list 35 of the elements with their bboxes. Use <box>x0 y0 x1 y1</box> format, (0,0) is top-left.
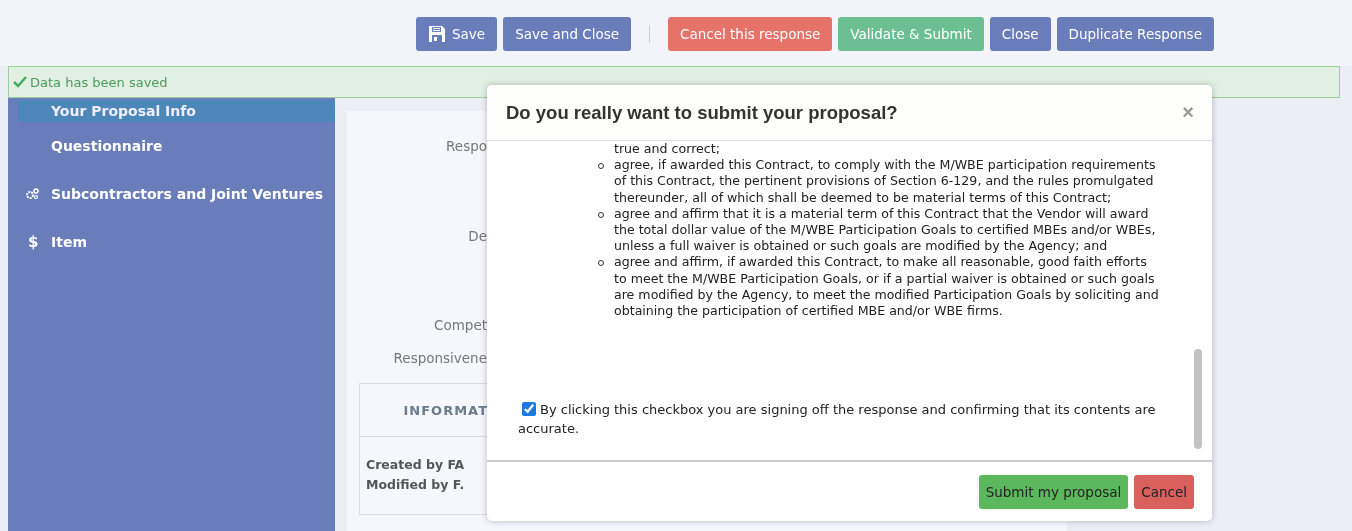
dialog-text: agree and affirm, if awarded this Contract, to make all reasonable, good faith efforts to meet the M/WBE Participation Goals, or if a partial waiver is obtained or such goals are modified by the Agency, to meet the modified Participation Goals by soliciting and obtaining the participation of certified MBE and/or WBE firms. <box>614 254 1160 320</box>
sidebar-item[interactable]: Your Proposal Info <box>18 100 335 122</box>
toolbar-button[interactable]: Save and Close <box>503 17 632 51</box>
sidebar-item-label: Questionnaire <box>51 138 163 154</box>
dialog-title: Do you really want to submit your proposal? <box>506 101 898 124</box>
dialog-text: agree, if awarded this Contract, to comply with the M/WBE participation requirements of this Contract, the pertinent provisions of Section 6-129, and the rules promulgated thereunder, all of which shall be deemed to be material terms of this Contract; <box>614 157 1157 206</box>
info-line: Modified by F. <box>366 476 466 494</box>
field-label: De <box>468 228 487 244</box>
confirm-checkbox[interactable] <box>522 402 536 416</box>
gears-icon <box>25 188 39 200</box>
sidebar-item[interactable]: $ Item <box>8 218 335 266</box>
info-heading: INFORMAT <box>403 402 488 418</box>
confirm-checkbox-label[interactable]: By clicking this checkbox you are signing off the response and confirming that its contents are accurate. <box>518 400 1158 438</box>
toolbar-button[interactable]: Duplicate Response <box>1056 17 1214 51</box>
check-icon <box>13 76 27 88</box>
banner-text: Data has been saved <box>30 74 168 90</box>
toolbar-button[interactable]: Close <box>989 17 1051 51</box>
dialog-button[interactable]: Submit my proposal <box>978 474 1129 509</box>
sidebar-item-label: Subcontractors and Joint Ventures <box>51 186 324 202</box>
close-button[interactable]: × <box>1182 101 1194 124</box>
sidebar-item[interactable]: Questionnaire <box>8 122 335 170</box>
dialog-text: true and correct; <box>614 141 721 158</box>
sidebar-item-label: Your Proposal Info <box>51 103 196 119</box>
field-label: Respo <box>446 138 487 154</box>
dollar-icon: $ <box>28 233 39 251</box>
dialog-button[interactable]: Cancel <box>1134 474 1194 509</box>
toolbar-button[interactable]: Cancel this response <box>668 17 833 51</box>
toolbar-button[interactable]: Save <box>416 17 498 51</box>
sidebar-item[interactable]: Subcontractors and Joint Ventures <box>8 170 335 218</box>
sidebar-item-label: Item <box>51 234 87 250</box>
scrollbar-thumb[interactable] <box>1194 349 1202 449</box>
field-label: Responsivene <box>393 350 487 366</box>
field-label: Compet <box>434 317 487 333</box>
info-line: Created by FA <box>366 456 466 474</box>
toolbar-button[interactable]: Validate & Submit <box>838 17 984 51</box>
